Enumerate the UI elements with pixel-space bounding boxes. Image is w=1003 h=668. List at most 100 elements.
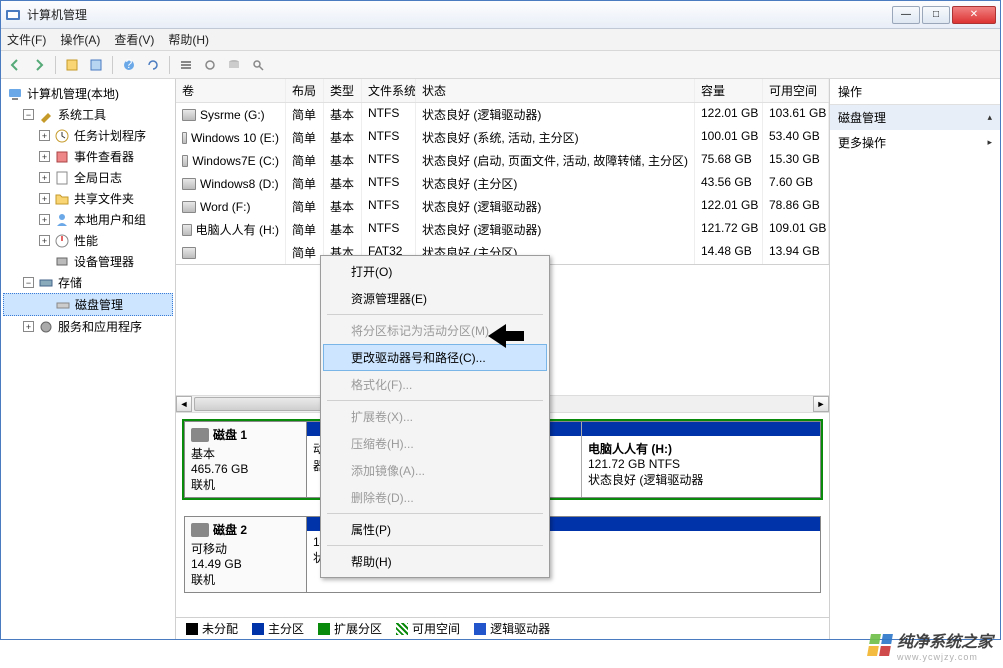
menu-bar: 文件(F) 操作(A) 查看(V) 帮助(H) bbox=[1, 29, 1000, 51]
expand-icon[interactable]: + bbox=[39, 235, 50, 246]
volume-row[interactable]: Sysrme (G:)简单基本NTFS状态良好 (逻辑驱动器)122.01 GB… bbox=[176, 103, 829, 126]
col-free[interactable]: 可用空间 bbox=[763, 79, 829, 102]
hdd-icon bbox=[191, 428, 209, 442]
app-icon bbox=[5, 7, 21, 23]
collapse-icon[interactable]: − bbox=[23, 109, 34, 120]
tree-storage[interactable]: −存储 bbox=[3, 272, 173, 293]
device-icon bbox=[54, 254, 70, 270]
settings-icon[interactable] bbox=[200, 55, 220, 75]
folder-icon bbox=[54, 191, 70, 207]
volume-list: 卷 布局 类型 文件系统 状态 容量 可用空间 Sysrme (G:)简单基本N… bbox=[176, 79, 829, 265]
title-bar[interactable]: 计算机管理 — □ ✕ bbox=[1, 1, 1000, 29]
ctx-properties[interactable]: 属性(P) bbox=[323, 516, 547, 543]
actions-more[interactable]: 更多操作▸ bbox=[830, 130, 1000, 155]
tree-global-log[interactable]: +全局日志 bbox=[3, 167, 173, 188]
disk-icon[interactable] bbox=[224, 55, 244, 75]
volume-header: 卷 布局 类型 文件系统 状态 容量 可用空间 bbox=[176, 79, 829, 103]
col-filesystem[interactable]: 文件系统 bbox=[362, 79, 416, 102]
menu-action[interactable]: 操作(A) bbox=[60, 31, 100, 48]
ctx-shrink: 压缩卷(H)... bbox=[323, 430, 547, 457]
volume-row[interactable]: Windows 10 (E:)简单基本NTFS状态良好 (系统, 活动, 主分区… bbox=[176, 126, 829, 149]
volume-row[interactable]: Word (F:)简单基本NTFS状态良好 (逻辑驱动器)122.01 GB78… bbox=[176, 195, 829, 218]
legend-primary: 主分区 bbox=[252, 620, 304, 637]
volume-icon bbox=[182, 224, 192, 236]
ctx-open[interactable]: 打开(O) bbox=[323, 258, 547, 285]
event-icon bbox=[54, 149, 70, 165]
volume-row[interactable]: Windows7E (C:)简单基本NTFS状态良好 (启动, 页面文件, 活动… bbox=[176, 149, 829, 172]
refresh-icon[interactable] bbox=[143, 55, 163, 75]
legend-extended: 扩展分区 bbox=[318, 620, 382, 637]
menu-file[interactable]: 文件(F) bbox=[7, 31, 46, 48]
help-icon[interactable]: ? bbox=[119, 55, 139, 75]
expand-icon[interactable]: + bbox=[39, 130, 50, 141]
wrench-icon bbox=[38, 107, 54, 123]
col-layout[interactable]: 布局 bbox=[286, 79, 324, 102]
tree-services[interactable]: +服务和应用程序 bbox=[3, 316, 173, 337]
tree-task-scheduler[interactable]: +任务计划程序 bbox=[3, 125, 173, 146]
watermark: 纯净系统之家 www.ycwjzy.com bbox=[869, 628, 993, 662]
volume-icon bbox=[182, 109, 196, 121]
tree-device-manager[interactable]: 设备管理器 bbox=[3, 251, 173, 272]
volume-row[interactable]: 电脑人人有 (H:)简单基本NTFS状态良好 (逻辑驱动器)121.72 GB1… bbox=[176, 218, 829, 241]
legend-free: 可用空间 bbox=[396, 620, 460, 637]
tree-root[interactable]: 计算机管理(本地) bbox=[3, 83, 173, 104]
annotation-arrow-icon bbox=[486, 322, 526, 353]
col-volume[interactable]: 卷 bbox=[176, 79, 286, 102]
tree-local-users[interactable]: +本地用户和组 bbox=[3, 209, 173, 230]
expand-icon[interactable]: + bbox=[23, 321, 34, 332]
legend-logical: 逻辑驱动器 bbox=[474, 620, 550, 637]
legend-unallocated: 未分配 bbox=[186, 620, 238, 637]
removable-icon bbox=[191, 523, 209, 537]
legend: 未分配 主分区 扩展分区 可用空间 逻辑驱动器 bbox=[176, 617, 829, 639]
volume-icon bbox=[182, 178, 196, 190]
scroll-left-icon[interactable]: ◄ bbox=[176, 396, 192, 412]
minimize-button[interactable]: — bbox=[892, 6, 920, 24]
watermark-text: 纯净系统之家 bbox=[897, 628, 993, 652]
ctx-extend: 扩展卷(X)... bbox=[323, 403, 547, 430]
up-icon[interactable] bbox=[62, 55, 82, 75]
col-status[interactable]: 状态 bbox=[416, 79, 695, 102]
chevron-up-icon: ▴ bbox=[987, 112, 992, 123]
col-type[interactable]: 类型 bbox=[324, 79, 362, 102]
ctx-delete: 删除卷(D)... bbox=[323, 484, 547, 511]
watermark-url: www.ycwjzy.com bbox=[897, 652, 993, 662]
ctx-mirror: 添加镜像(A)... bbox=[323, 457, 547, 484]
menu-help[interactable]: 帮助(H) bbox=[168, 31, 209, 48]
expand-icon[interactable]: + bbox=[39, 193, 50, 204]
watermark-logo-icon bbox=[867, 634, 893, 656]
svg-text:?: ? bbox=[126, 58, 133, 71]
tree-system-tools[interactable]: −系统工具 bbox=[3, 104, 173, 125]
tree-performance[interactable]: +性能 bbox=[3, 230, 173, 251]
ctx-explorer[interactable]: 资源管理器(E) bbox=[323, 285, 547, 312]
ctx-help[interactable]: 帮助(H) bbox=[323, 548, 547, 575]
find-icon[interactable] bbox=[248, 55, 268, 75]
disk-mgmt-icon bbox=[55, 297, 71, 313]
tree-shared-folders[interactable]: +共享文件夹 bbox=[3, 188, 173, 209]
actions-diskmgmt[interactable]: 磁盘管理▴ bbox=[830, 105, 1000, 130]
window-title: 计算机管理 bbox=[27, 6, 892, 23]
maximize-button[interactable]: □ bbox=[922, 6, 950, 24]
back-icon[interactable] bbox=[5, 55, 25, 75]
tree-event-viewer[interactable]: +事件查看器 bbox=[3, 146, 173, 167]
storage-icon bbox=[38, 275, 54, 291]
close-button[interactable]: ✕ bbox=[952, 6, 996, 24]
expand-icon[interactable]: + bbox=[39, 151, 50, 162]
toolbar: ? bbox=[1, 51, 1000, 79]
volume-row[interactable]: Windows8 (D:)简单基本NTFS状态良好 (主分区)43.56 GB7… bbox=[176, 172, 829, 195]
properties-icon[interactable] bbox=[86, 55, 106, 75]
forward-icon[interactable] bbox=[29, 55, 49, 75]
navigation-tree: 计算机管理(本地) −系统工具 +任务计划程序 +事件查看器 +全局日志 +共享… bbox=[1, 79, 176, 639]
menu-view[interactable]: 查看(V) bbox=[114, 31, 154, 48]
list-icon[interactable] bbox=[176, 55, 196, 75]
tree-disk-management[interactable]: 磁盘管理 bbox=[3, 293, 173, 316]
partition-h[interactable]: 电脑人人有 (H:)121.72 GB NTFS状态良好 (逻辑驱动器 bbox=[582, 422, 820, 497]
scroll-right-icon[interactable]: ► bbox=[813, 396, 829, 412]
actions-pane: 操作 磁盘管理▴ 更多操作▸ bbox=[830, 79, 1000, 639]
computer-icon bbox=[7, 86, 23, 102]
collapse-icon[interactable]: − bbox=[23, 277, 34, 288]
chevron-right-icon: ▸ bbox=[987, 137, 992, 148]
col-capacity[interactable]: 容量 bbox=[695, 79, 763, 102]
expand-icon[interactable]: + bbox=[39, 172, 50, 183]
expand-icon[interactable]: + bbox=[39, 214, 50, 225]
volume-icon bbox=[182, 247, 196, 259]
